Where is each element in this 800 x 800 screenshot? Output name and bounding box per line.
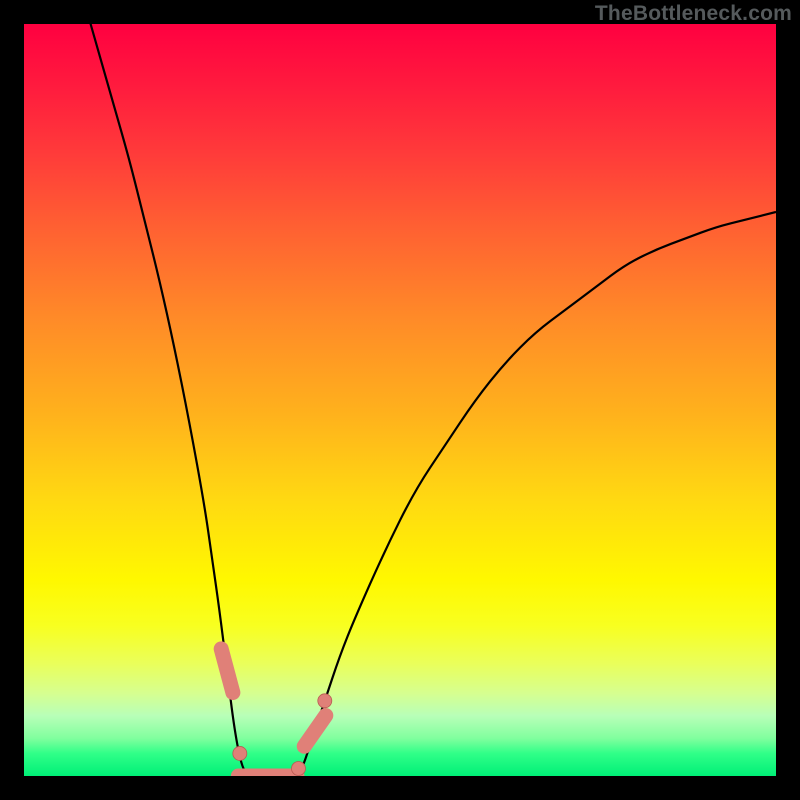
- outer-frame: TheBottleneck.com: [0, 0, 800, 800]
- marker-pill: [221, 649, 233, 693]
- attribution-label: TheBottleneck.com: [595, 2, 792, 26]
- marker-pill: [304, 715, 326, 746]
- marker-dot: [318, 694, 332, 708]
- marker-layer: [221, 649, 332, 776]
- marker-dot: [233, 746, 247, 760]
- bottleneck-curve: [84, 24, 776, 776]
- curve-layer: [24, 24, 776, 776]
- plot-area: [24, 24, 776, 776]
- marker-dot: [291, 761, 305, 775]
